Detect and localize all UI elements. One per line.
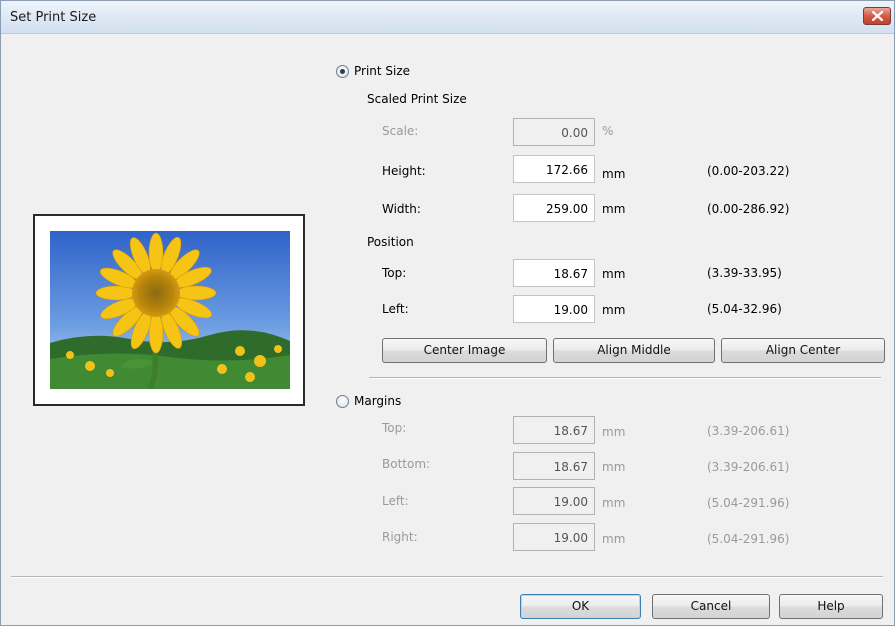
margins-label: Margins bbox=[354, 394, 402, 408]
width-range: (0.00-286.92) bbox=[707, 202, 790, 216]
footer-divider bbox=[11, 576, 883, 578]
position-left-field[interactable]: 19.00 bbox=[513, 295, 595, 323]
align-center-button[interactable]: Align Center bbox=[721, 338, 885, 363]
margin-right-field[interactable]: 19.00 bbox=[513, 523, 595, 551]
print-size-radio[interactable] bbox=[336, 65, 349, 78]
close-button[interactable] bbox=[863, 7, 891, 25]
margin-top-label: Top: bbox=[382, 421, 407, 435]
cancel-button[interactable]: Cancel bbox=[652, 594, 770, 619]
margin-bottom-field[interactable]: 18.67 bbox=[513, 452, 595, 480]
position-heading: Position bbox=[367, 235, 414, 249]
position-top-field[interactable]: 18.67 bbox=[513, 259, 595, 287]
height-label: Height: bbox=[382, 164, 426, 178]
help-button[interactable]: Help bbox=[779, 594, 883, 619]
ok-button[interactable]: OK bbox=[520, 594, 641, 619]
width-label: Width: bbox=[382, 202, 421, 216]
sunflower-photo bbox=[50, 231, 290, 389]
margin-top-range: (3.39-206.61) bbox=[707, 424, 790, 438]
width-unit: mm bbox=[602, 202, 626, 216]
section-divider bbox=[369, 377, 881, 379]
print-preview bbox=[33, 214, 305, 406]
margin-right-unit: mm bbox=[602, 532, 626, 546]
margin-left-field[interactable]: 19.00 bbox=[513, 487, 595, 515]
width-field[interactable]: 259.00 bbox=[513, 194, 595, 222]
scaled-print-size-heading: Scaled Print Size bbox=[367, 92, 467, 106]
margin-top-unit: mm bbox=[602, 425, 626, 439]
margin-left-label: Left: bbox=[382, 494, 409, 508]
margin-right-label: Right: bbox=[382, 530, 418, 544]
position-top-range: (3.39-33.95) bbox=[707, 266, 782, 280]
dialog-title: Set Print Size bbox=[10, 10, 97, 25]
margin-bottom-label: Bottom: bbox=[382, 457, 431, 471]
position-top-unit: mm bbox=[602, 267, 626, 281]
height-unit: mm bbox=[602, 167, 626, 181]
close-icon bbox=[872, 11, 883, 21]
margin-top-field[interactable]: 18.67 bbox=[513, 416, 595, 444]
set-print-size-dialog: Set Print Size Print Size Scaled Print S… bbox=[0, 0, 895, 626]
margins-radio[interactable] bbox=[336, 395, 349, 408]
print-size-label: Print Size bbox=[354, 64, 411, 78]
position-left-label: Left: bbox=[382, 302, 409, 316]
scale-unit: % bbox=[602, 124, 614, 138]
margin-bottom-range: (3.39-206.61) bbox=[707, 460, 790, 474]
center-image-button[interactable]: Center Image bbox=[382, 338, 547, 363]
align-middle-button[interactable]: Align Middle bbox=[553, 338, 715, 363]
position-top-label: Top: bbox=[382, 266, 407, 280]
title-bar: Set Print Size bbox=[1, 1, 894, 34]
position-left-unit: mm bbox=[602, 303, 626, 317]
position-left-range: (5.04-32.96) bbox=[707, 302, 782, 316]
height-range: (0.00-203.22) bbox=[707, 164, 790, 178]
scale-field[interactable]: 0.00 bbox=[513, 118, 595, 146]
margin-right-range: (5.04-291.96) bbox=[707, 532, 790, 546]
margin-left-unit: mm bbox=[602, 496, 626, 510]
margin-bottom-unit: mm bbox=[602, 460, 626, 474]
scale-label: Scale: bbox=[382, 124, 419, 138]
margin-left-range: (5.04-291.96) bbox=[707, 496, 790, 510]
height-field[interactable]: 172.66 bbox=[513, 155, 595, 183]
